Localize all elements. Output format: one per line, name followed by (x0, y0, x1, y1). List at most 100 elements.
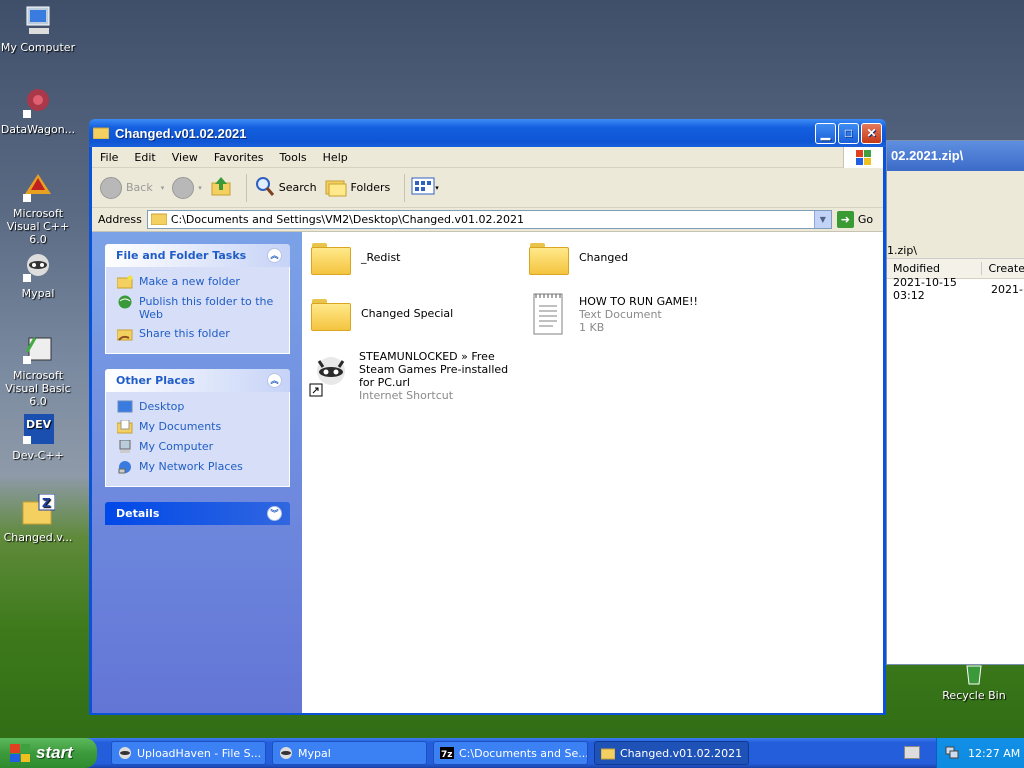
file-item-redist[interactable]: _Redist (311, 241, 531, 275)
maximize-button[interactable]: □ (838, 122, 859, 144)
search-icon (253, 175, 275, 200)
up-folder-button[interactable] (210, 175, 232, 200)
folder-icon (311, 297, 351, 331)
file-name: HOW TO RUN GAME!! (579, 294, 698, 308)
new-folder-icon (116, 275, 133, 289)
views-icon (411, 176, 435, 199)
internet-shortcut-icon (309, 355, 349, 397)
forward-button[interactable]: ▾ (172, 176, 202, 199)
table-row[interactable]: 2021-10-15 03:12 2021- (887, 276, 1024, 302)
address-value: C:\Documents and Settings\VM2\Desktop\Ch… (170, 213, 525, 226)
desktop-icon-changed-zip[interactable]: Z Changed.v... (0, 493, 78, 544)
svg-text:DEV: DEV (26, 418, 52, 431)
taskbar-button-mypal[interactable]: Mypal (272, 741, 427, 765)
explorer-window[interactable]: Changed.v01.02.2021 ▁ □ ✕ File Edit View… (89, 119, 886, 715)
file-size: 1 KB (579, 320, 605, 334)
desktop-icon-label: Microsoft Visual Basic 6.0 (5, 369, 71, 408)
task-make-new-folder[interactable]: Make a new folder (116, 275, 281, 289)
window-titlebar[interactable]: Changed.v01.02.2021 ▁ □ ✕ (89, 119, 886, 147)
details-header[interactable]: Details ︾ (105, 502, 290, 525)
up-folder-icon (210, 175, 232, 200)
menu-edit[interactable]: Edit (126, 151, 163, 164)
keyboard-icon[interactable] (904, 746, 920, 759)
folders-button[interactable]: Folders (325, 175, 390, 200)
taskbar-button-7zip[interactable]: 7z C:\Documents and Se... (433, 741, 588, 765)
views-button[interactable]: ▾ (411, 176, 439, 199)
other-places-header[interactable]: Other Places ︽ (105, 369, 290, 392)
my-documents-icon (116, 419, 133, 434)
background-window[interactable]: 02.2021.zip\ 1.zip\ Modified Create 2021… (886, 140, 1024, 665)
menu-view[interactable]: View (164, 151, 206, 164)
desktop-icon-label: My Computer (0, 41, 76, 54)
address-input[interactable]: C:\Documents and Settings\VM2\Desktop\Ch… (146, 210, 832, 229)
collapse-icon[interactable]: ︽ (267, 248, 282, 263)
desktop-icon-datawagon[interactable]: DataWagon... (0, 86, 78, 136)
desktop-icon-visual-cpp[interactable]: Microsoft Visual C++ 6.0 (0, 170, 78, 246)
address-bar: Address C:\Documents and Settings\VM2\De… (92, 208, 883, 232)
network-icon (117, 460, 133, 474)
share-folder-icon (116, 327, 133, 341)
collapse-icon[interactable]: ︽ (267, 373, 282, 388)
place-my-documents[interactable]: My Documents (116, 419, 281, 434)
clock[interactable]: 12:27 AM (968, 747, 1020, 760)
file-folder-tasks-header[interactable]: File and Folder Tasks ︽ (105, 244, 290, 267)
toolbar-separator (404, 173, 406, 202)
datawagon-icon (21, 86, 55, 120)
visual-cpp-icon (21, 170, 55, 204)
column-header-created[interactable]: Create (982, 262, 1024, 275)
expand-icon[interactable]: ︾ (267, 506, 282, 521)
taskbar-button-uploadhaven[interactable]: UploadHaven - File S... (111, 741, 266, 765)
svg-text:Z: Z (42, 496, 51, 510)
desktop-icon-visual-basic[interactable]: Microsoft Visual Basic 6.0 (0, 332, 78, 408)
start-button[interactable]: start (0, 738, 97, 768)
task-publish-folder[interactable]: Publish this folder to the Web (117, 295, 281, 321)
go-button[interactable]: ➜ Go (836, 211, 873, 228)
search-button[interactable]: Search (253, 175, 317, 200)
zip-folder-icon: Z (21, 493, 56, 528)
window-title: Changed.v01.02.2021 (115, 125, 247, 141)
7zip-icon: 7z (440, 746, 454, 760)
desktop-icon-mypal[interactable]: Mypal (0, 250, 78, 300)
folder-icon (150, 212, 168, 228)
file-name: _Redist (361, 250, 401, 264)
file-name: STEAMUNLOCKED » Free Steam Games Pre-ins… (359, 350, 509, 389)
details-panel: Details ︾ (105, 502, 290, 525)
menu-bar: File Edit View Favorites Tools Help (92, 147, 883, 168)
place-my-network-places[interactable]: My Network Places (117, 460, 281, 474)
text-document-icon (529, 292, 567, 336)
folder-icon (311, 241, 351, 275)
menu-tools[interactable]: Tools (272, 151, 315, 164)
network-status-icon[interactable] (945, 745, 959, 762)
place-my-computer[interactable]: My Computer (117, 439, 281, 454)
minimize-button[interactable]: ▁ (815, 122, 836, 144)
raccoon-icon (118, 746, 132, 760)
computer-icon (117, 439, 133, 454)
chevron-down-icon[interactable]: ▼ (813, 211, 831, 228)
desktop-icon-recycle-bin[interactable]: Recycle Bin (934, 662, 1014, 702)
go-arrow-icon: ➜ (836, 211, 854, 228)
other-places-panel: Other Places ︽ Desktop My Documents My Co… (105, 369, 290, 487)
windows-logo-icon (10, 744, 30, 762)
taskbar-button-changed-folder[interactable]: Changed.v01.02.2021 (594, 741, 749, 765)
menu-favorites[interactable]: Favorites (206, 151, 272, 164)
task-share-folder[interactable]: Share this folder (116, 327, 281, 341)
menu-help[interactable]: Help (315, 151, 356, 164)
close-button[interactable]: ✕ (861, 122, 882, 144)
back-button[interactable]: Back ▾ (100, 176, 164, 199)
column-header-modified[interactable]: Modified (887, 262, 983, 275)
file-item-steamunlocked-url[interactable]: STEAMUNLOCKED » Free Steam Games Pre-ins… (309, 350, 524, 402)
desktop-icon-my-computer[interactable]: My Computer (0, 4, 78, 54)
task-pane: File and Folder Tasks ︽ Make a new folder… (92, 232, 302, 713)
svg-text:7z: 7z (441, 750, 453, 760)
file-item-changed-special[interactable]: Changed Special (311, 297, 531, 331)
menu-file[interactable]: File (92, 151, 126, 164)
file-item-changed[interactable]: Changed (529, 241, 749, 275)
folder-icon (600, 746, 616, 760)
file-item-how-to-run[interactable]: HOW TO RUN GAME!! Text Document 1 KB (529, 292, 749, 336)
visual-basic-icon (21, 332, 55, 366)
raccoon-icon (21, 250, 55, 284)
folder-icon (92, 125, 110, 142)
desktop-icon-dev-cpp[interactable]: DEV Dev-C++ (0, 412, 78, 462)
place-desktop[interactable]: Desktop (117, 400, 281, 414)
background-window-address: 1.zip\ (887, 241, 1024, 259)
